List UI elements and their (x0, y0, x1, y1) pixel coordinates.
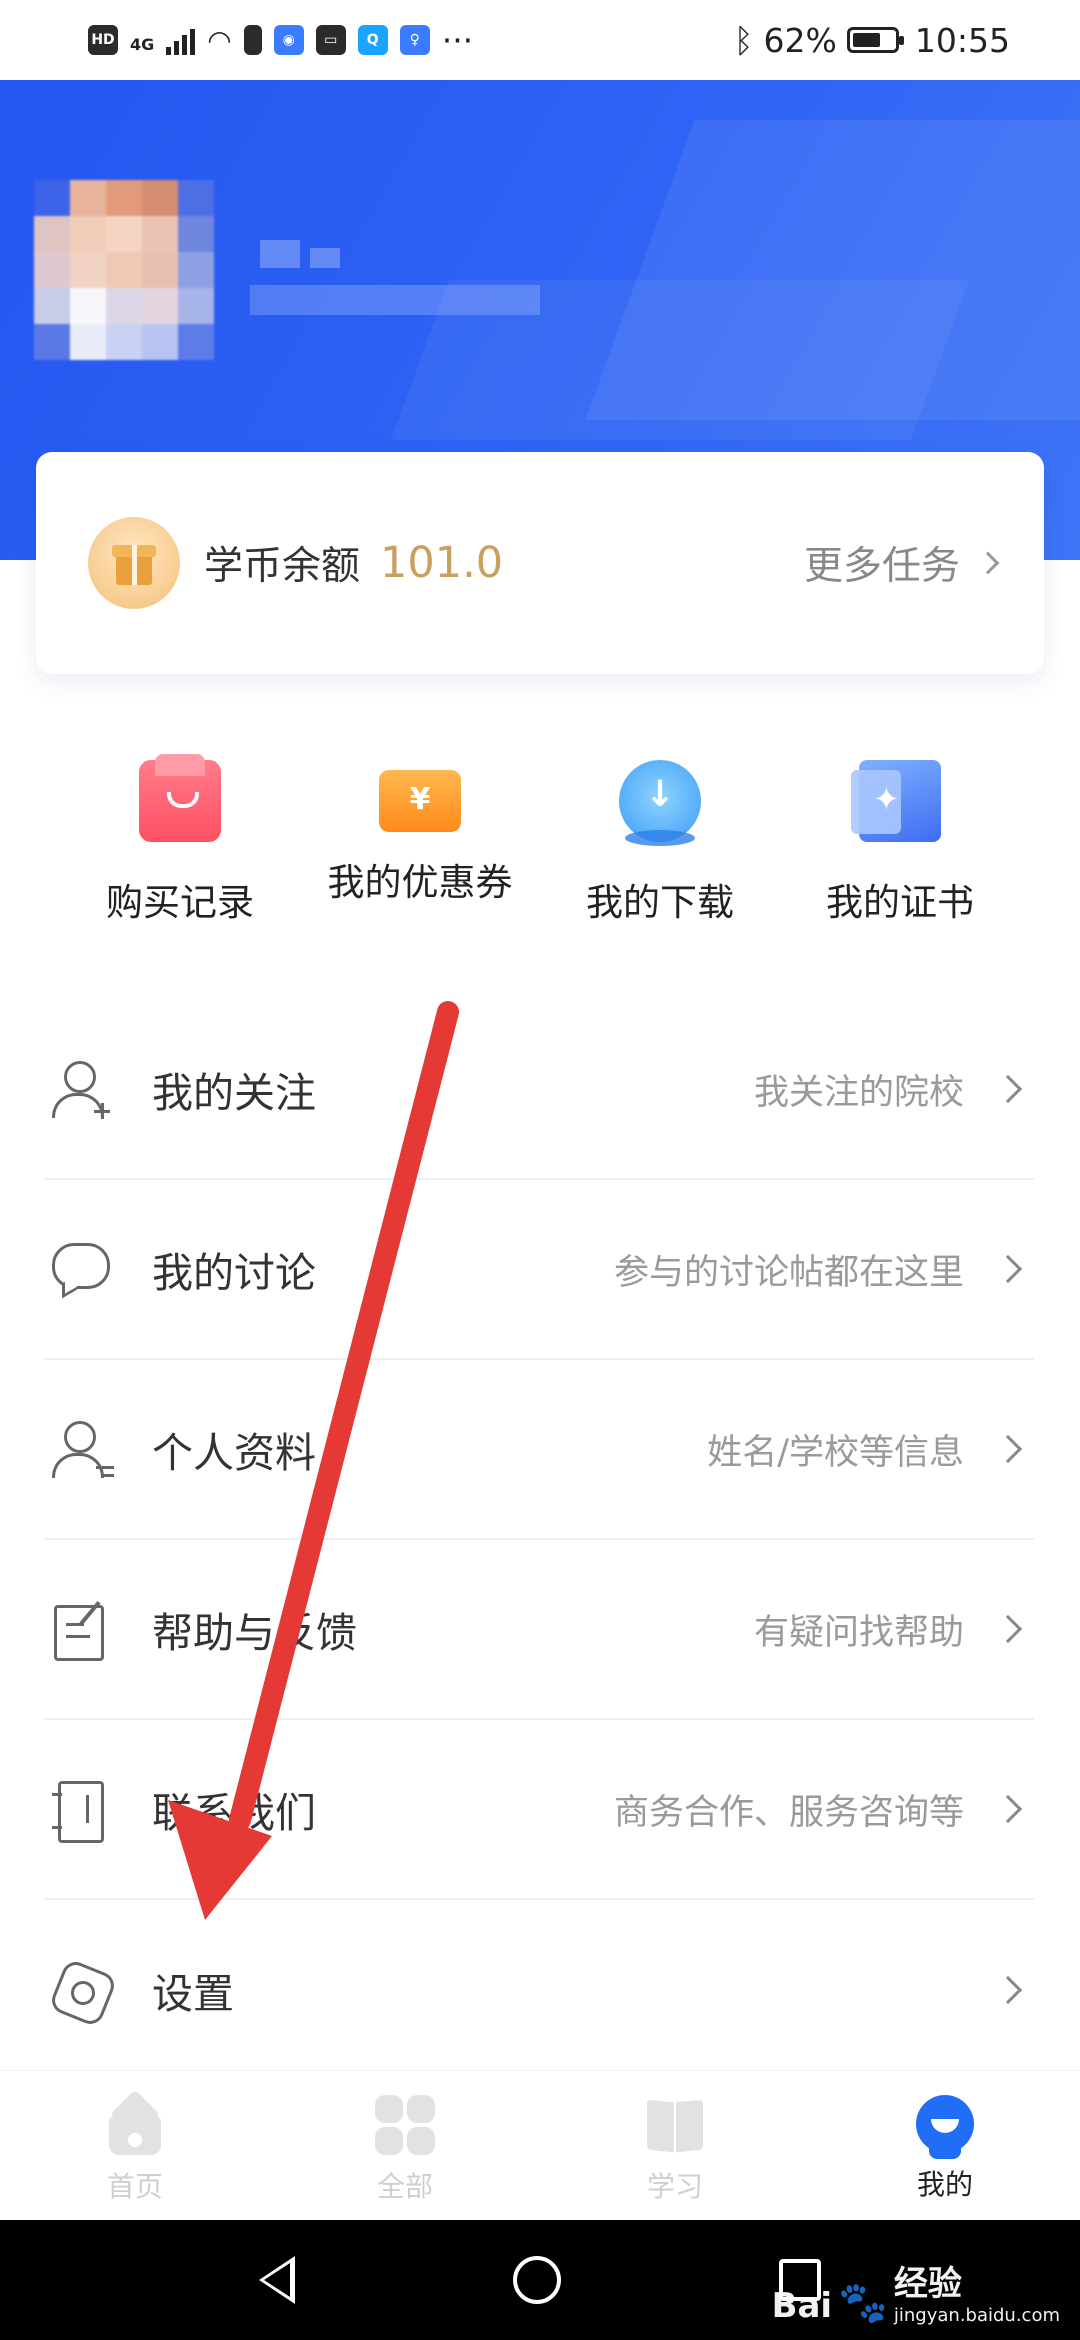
tab-all[interactable]: 全部 (270, 2071, 540, 2220)
menu-list: 我的关注 我关注的院校 我的讨论 参与的讨论帖都在这里 个人资料 姓名/学校等信… (44, 1000, 1034, 2080)
chevron-right-icon (993, 1794, 1023, 1824)
coin-balance-value: 101.0 (380, 538, 504, 588)
menu-item-title: 个人资料 (152, 1429, 316, 1477)
menu-item-profile[interactable]: 个人资料 姓名/学校等信息 (44, 1360, 1034, 1540)
coin-balance-label: 学币余额 (204, 544, 361, 589)
certificate-icon: ✦ (851, 760, 941, 842)
chat-bubble-icon (50, 1239, 110, 1299)
status-icons-left: HD 4G ◠ ◉ ▭ Q ♀ ··· (88, 21, 473, 60)
home-circle-icon[interactable] (513, 2256, 561, 2304)
shopping-bag-icon (139, 754, 221, 842)
search-notification-icon: Q (357, 25, 388, 55)
download-cloud-icon: ↓ (619, 760, 701, 846)
tab-study[interactable]: 学习 (540, 2071, 810, 2220)
chevron-right-icon (993, 1074, 1023, 1104)
signal-icon (166, 25, 196, 55)
bottom-tab-bar: 首页 全部 学习 我的 (0, 2070, 1080, 2220)
user-profile-icon (50, 1419, 114, 1479)
hd-indicator: HD (88, 25, 118, 55)
more-notifications-icon: ··· (441, 20, 474, 60)
quick-action-downloads[interactable]: ↓ 我的下载 (540, 760, 780, 940)
quick-actions: 购买记录 ¥ 我的优惠券 ↓ 我的下载 ✦ 我的证书 (0, 754, 1080, 940)
quick-action-coupons[interactable]: ¥ 我的优惠券 (300, 760, 540, 940)
tab-home[interactable]: 首页 (0, 2071, 270, 2220)
network-4g-label: 4G (130, 34, 155, 54)
tab-me[interactable]: 我的 (810, 2071, 1080, 2220)
watermark-brand-suffix: 经验 jingyan.baidu.com (893, 2264, 1060, 2326)
menu-item-subtitle: 有疑问找帮助 (753, 1612, 964, 1653)
app-notification-icon: ◉ (273, 25, 304, 55)
status-bar: HD 4G ◠ ◉ ▭ Q ♀ ··· ᛒ 62% 10:55 (0, 0, 1080, 80)
menu-item-title: 联系我们 (152, 1789, 316, 1837)
sim-icon (243, 25, 262, 55)
home-icon (103, 2095, 167, 2155)
clock: 10:55 (914, 20, 1010, 60)
menu-item-title: 我的讨论 (152, 1249, 316, 1297)
menu-item-title: 设置 (152, 1970, 234, 2018)
chevron-right-icon (976, 551, 1000, 575)
avatar[interactable] (34, 180, 214, 360)
huawei-notification-icon: ▭ (315, 25, 346, 55)
gift-icon (88, 517, 180, 609)
more-tasks-label: 更多任务 (803, 544, 960, 589)
coupon-icon: ¥ (379, 770, 461, 832)
quick-action-label: 购买记录 (106, 881, 254, 924)
menu-item-title: 帮助与反馈 (152, 1609, 357, 1657)
coin-balance-card: 学币余额 101.0 更多任务 (36, 452, 1044, 674)
menu-item-subtitle: 参与的讨论帖都在这里 (613, 1252, 964, 1293)
menu-item-subtitle: 我关注的院校 (753, 1072, 964, 1113)
chevron-right-icon (993, 1254, 1023, 1284)
chevron-right-icon (993, 1614, 1023, 1644)
wifi-icon: ◠ (207, 23, 232, 57)
quick-action-label: 我的下载 (586, 881, 734, 924)
watermark-url: jingyan.baidu.com (893, 2305, 1060, 2326)
watermark-brand: Bai (771, 2286, 833, 2326)
bluetooth-icon: ᛒ (733, 20, 754, 60)
tab-label: 首页 (106, 2170, 163, 2203)
grid-icon (373, 2095, 437, 2155)
chevron-right-icon (993, 1975, 1023, 2005)
quick-action-certificates[interactable]: ✦ 我的证书 (780, 760, 1020, 940)
baidu-jingyan-watermark: Bai 🐾 经验 jingyan.baidu.com (772, 2256, 1060, 2326)
menu-item-help-feedback[interactable]: 帮助与反馈 有疑问找帮助 (44, 1540, 1034, 1720)
username-blurred (240, 230, 540, 320)
tab-label: 学习 (646, 2170, 703, 2203)
quick-action-label: 我的证书 (826, 881, 974, 924)
battery-percent: 62% (763, 20, 837, 60)
menu-item-contact-us[interactable]: 联系我们 商务合作、服务咨询等 (44, 1720, 1034, 1900)
quick-action-label: 我的优惠券 (327, 861, 513, 904)
status-icons-right: ᛒ 62% 10:55 (734, 21, 1010, 60)
paw-icon: 🐾 (838, 2280, 888, 2326)
tab-label: 我的 (916, 2168, 973, 2201)
menu-item-following[interactable]: 我的关注 我关注的院校 (44, 1000, 1034, 1180)
bulb-notification-icon: ♀ (399, 25, 430, 55)
profile-face-icon (916, 2095, 974, 2159)
menu-item-settings[interactable]: 设置 (44, 1900, 1034, 2080)
battery-icon (846, 27, 904, 53)
user-plus-icon (50, 1059, 110, 1119)
more-tasks-link[interactable]: 更多任务 (803, 535, 1000, 591)
settings-gear-icon (50, 1960, 110, 2020)
feedback-icon (50, 1599, 110, 1661)
menu-item-title: 我的关注 (152, 1069, 316, 1117)
menu-item-subtitle: 商务合作、服务咨询等 (613, 1792, 964, 1833)
contact-book-icon (50, 1779, 110, 1843)
menu-item-discussions[interactable]: 我的讨论 参与的讨论帖都在这里 (44, 1180, 1034, 1360)
system-navigation-bar: Bai 🐾 经验 jingyan.baidu.com (0, 2220, 1080, 2340)
chevron-right-icon (993, 1434, 1023, 1464)
quick-action-purchase-history[interactable]: 购买记录 (60, 754, 300, 940)
open-book-icon (643, 2095, 707, 2155)
menu-item-subtitle: 姓名/学校等信息 (707, 1432, 964, 1473)
back-triangle-icon[interactable] (259, 2256, 295, 2304)
tab-label: 全部 (376, 2170, 433, 2203)
